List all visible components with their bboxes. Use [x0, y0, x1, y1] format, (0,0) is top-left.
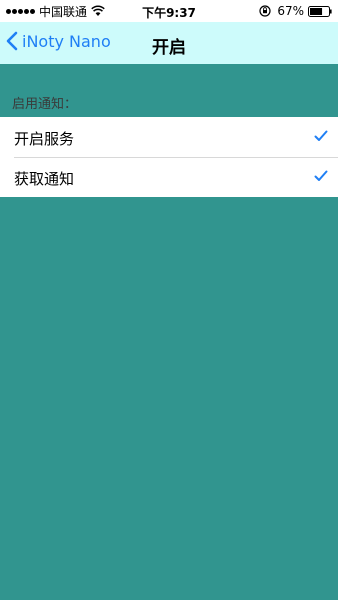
checkmark-icon	[314, 130, 328, 141]
battery-icon	[308, 5, 332, 17]
list-item-label: 开启服务	[14, 130, 75, 148]
battery-percent: 67%	[277, 4, 304, 18]
list-item-label: 获取通知	[14, 170, 75, 188]
list-item-enable-service[interactable]: 开启服务	[0, 117, 338, 157]
status-right: 67%	[259, 4, 332, 18]
section-header: 启用通知：	[12, 97, 78, 112]
checkmark-icon	[314, 170, 328, 181]
status-bar: 中国联通 下午9:37 67%	[0, 0, 338, 22]
page-title: 开启	[152, 38, 186, 58]
navigation-bar: iNoty Nano 开启	[0, 22, 338, 64]
rotation-lock-icon	[259, 5, 271, 17]
list-item-get-notifications[interactable]: 获取通知	[0, 157, 338, 197]
settings-list: 开启服务 获取通知	[0, 117, 338, 197]
